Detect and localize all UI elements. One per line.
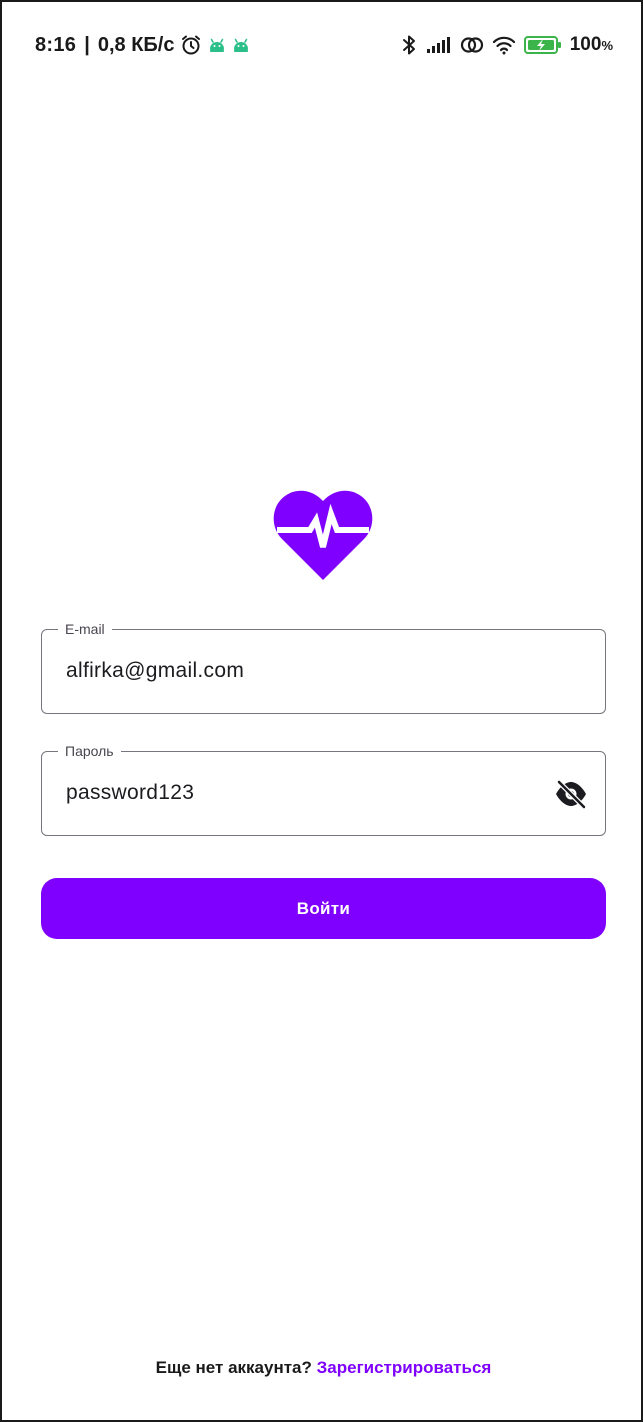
status-bar: 8:16 | 0,8 КБ/с 100% (2, 2, 641, 88)
status-bar-right: 100% (400, 30, 613, 60)
register-link[interactable]: Зарегистрироваться (317, 1358, 492, 1377)
email-label: E-mail (58, 620, 112, 638)
email-input[interactable] (66, 658, 526, 684)
bluetooth-icon (400, 34, 418, 56)
register-prompt-text: Еще нет аккаунта? (155, 1358, 312, 1377)
battery-charging-icon (523, 35, 562, 55)
email-field[interactable]: E-mail (41, 620, 606, 714)
login-button[interactable]: Войти (41, 878, 606, 939)
battery-value: 100 (569, 34, 602, 55)
wifi-icon (492, 35, 516, 55)
alarm-icon (180, 34, 202, 56)
android-icon (208, 36, 226, 54)
password-label: Пароль (58, 742, 121, 760)
hotspot-icon (460, 35, 484, 55)
network-speed: 0,8 КБ/с (97, 33, 175, 56)
heart-pulse-icon (273, 489, 373, 581)
password-input[interactable] (66, 780, 526, 806)
register-prompt: Еще нет аккаунта? Зарегистрироваться (2, 1358, 643, 1378)
android-icon (232, 36, 250, 54)
password-field[interactable]: Пароль (41, 742, 606, 836)
eye-off-icon[interactable] (553, 778, 589, 810)
status-bar-left: 8:16 | 0,8 КБ/с (35, 30, 250, 60)
battery-unit: % (601, 38, 613, 53)
signal-icon (426, 36, 452, 54)
status-separator: | (84, 33, 90, 56)
clock: 8:16 (35, 33, 77, 56)
battery-level: 100% (570, 34, 613, 56)
screen: 8:16 | 0,8 КБ/с 100% E-mail alfirka@gmai… (0, 0, 643, 1422)
